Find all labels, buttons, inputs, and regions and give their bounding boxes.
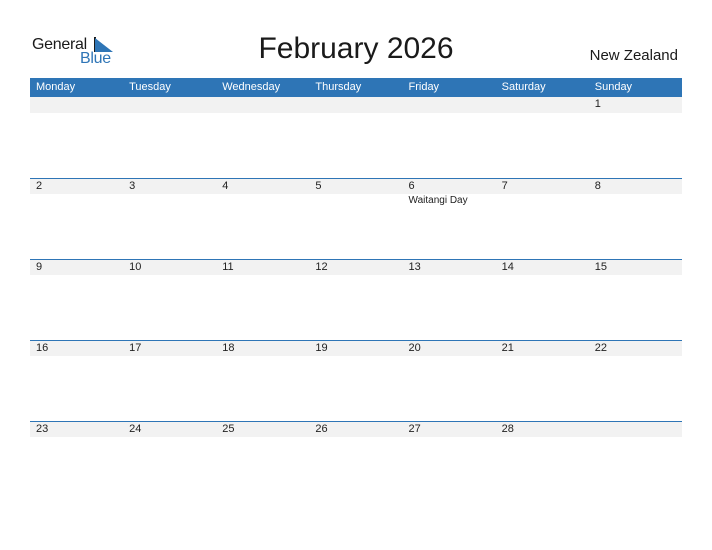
day-number: 16 (36, 342, 49, 354)
holiday-label (216, 194, 309, 208)
day-number: 20 (408, 342, 421, 354)
day-number: 3 (129, 180, 136, 192)
day-number: 25 (222, 423, 235, 435)
day-number-row: 16 17 18 19 20 21 22 (30, 340, 682, 356)
day-number: 26 (315, 423, 328, 435)
day-number-row: 23 24 25 26 27 28 (30, 421, 682, 437)
day-number: 10 (129, 261, 142, 273)
day-number (403, 97, 496, 113)
weekday-sunday: Sunday (594, 81, 633, 93)
holiday-label (123, 194, 216, 208)
day-number: 9 (36, 261, 43, 273)
day-number-row: 1 (30, 97, 682, 113)
weekday-friday: Friday (408, 81, 440, 93)
holiday-label (496, 194, 589, 208)
weekday-thursday: Thursday (315, 81, 362, 93)
day-number: 22 (594, 342, 607, 354)
day-number: 13 (408, 261, 421, 273)
day-number: 8 (594, 180, 601, 192)
day-number: 19 (315, 342, 328, 354)
day-number: 18 (222, 342, 235, 354)
day-number: 27 (408, 423, 421, 435)
day-number: 28 (501, 423, 514, 435)
weekday-monday: Monday (36, 81, 76, 93)
day-number: 1 (594, 98, 601, 110)
day-number: 6 (408, 180, 415, 192)
day-number-row: 2 3 4 5 6 7 8 (30, 178, 682, 194)
weekday-wednesday: Wednesday (222, 81, 281, 93)
holiday-label (30, 194, 123, 208)
weekday-header: Monday Tuesday Wednesday Thursday Friday… (30, 78, 682, 97)
day-number: 7 (501, 180, 508, 192)
day-number: 23 (36, 423, 49, 435)
calendar-week: 9 10 11 12 13 14 15 (30, 259, 682, 340)
holiday-label (309, 194, 402, 208)
day-number: 14 (501, 261, 514, 273)
country-label: New Zealand (589, 47, 678, 64)
day-number (30, 97, 123, 113)
day-number: 12 (315, 261, 328, 273)
calendar-week: 2 3 4 5 6 7 8 Waitangi Day (30, 178, 682, 259)
holiday-label (589, 194, 682, 208)
day-number (496, 97, 589, 113)
day-number: 4 (222, 180, 229, 192)
calendar-week: 23 24 25 26 27 28 (30, 421, 682, 502)
day-number: 15 (594, 261, 607, 273)
day-number: 2 (36, 180, 43, 192)
day-number: 21 (501, 342, 514, 354)
calendar-week: 16 17 18 19 20 21 22 (30, 340, 682, 421)
day-number: 5 (315, 180, 322, 192)
day-number (123, 97, 216, 113)
day-number: 11 (222, 261, 234, 273)
day-number (589, 422, 682, 437)
calendar-week: 1 (30, 97, 682, 178)
weekday-saturday: Saturday (501, 81, 546, 93)
holiday-label: Waitangi Day (408, 195, 468, 206)
event-row: Waitangi Day (30, 194, 682, 208)
day-number-row: 9 10 11 12 13 14 15 (30, 259, 682, 275)
day-number: 17 (129, 342, 142, 354)
day-number (216, 97, 309, 113)
day-number: 24 (129, 423, 142, 435)
day-number (309, 97, 402, 113)
weekday-tuesday: Tuesday (129, 81, 171, 93)
